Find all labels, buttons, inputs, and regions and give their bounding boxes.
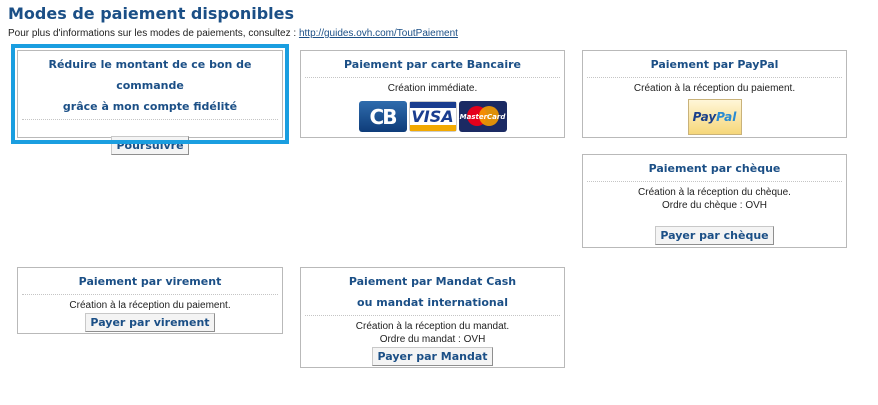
mandat-title-line1: Paiement par Mandat Cash <box>348 275 517 288</box>
mandat-desc-line1: Création à la réception du mandat. <box>355 321 510 332</box>
cheque-box: Paiement par chèque Création à la récept… <box>582 154 847 248</box>
cb-logo-icon[interactable]: CB <box>358 101 407 132</box>
payer-mandat-button[interactable]: Payer par Mandat <box>372 347 493 366</box>
mastercard-logo-icon[interactable]: MasterCard <box>458 101 507 132</box>
paypal-desc: Création à la réception du paiement. <box>633 83 796 94</box>
card-logos: CB VISA MasterCard <box>301 101 564 132</box>
guide-link[interactable]: http://guides.ovh.com/ToutPaiement <box>299 28 458 39</box>
separator <box>22 119 278 120</box>
fidelite-box: Réduire le montant de ce bon de commande… <box>11 44 289 155</box>
virement-box: Paiement par virement Création à la réce… <box>17 267 283 334</box>
carte-desc: Création immédiate. <box>387 83 478 94</box>
page-title: Modes de paiement disponibles <box>8 4 294 23</box>
poursuivre-button[interactable]: Poursuivre <box>111 136 189 155</box>
separator <box>587 77 842 78</box>
paypal-logo-icon[interactable]: Pay Pal <box>687 99 742 135</box>
info-line: Pour plus d'informations sur les modes d… <box>8 28 458 39</box>
payer-cheque-button[interactable]: Payer par chèque <box>655 226 774 245</box>
fidelite-title-line1: Réduire le montant de ce bon de commande <box>48 58 252 92</box>
fidelite-title-line2: grâce à mon compte fidélité <box>62 100 238 113</box>
paypal-title: Paiement par PayPal <box>650 58 779 71</box>
separator <box>22 294 278 295</box>
virement-title: Paiement par virement <box>78 275 222 288</box>
separator <box>305 77 560 78</box>
carte-box: Paiement par carte Bancaire Création imm… <box>300 50 565 138</box>
mandat-desc-line2: Ordre du mandat : OVH <box>379 334 486 345</box>
virement-desc: Création à la réception du paiement. <box>69 300 231 311</box>
info-text: Pour plus d'informations sur les modes d… <box>8 28 299 39</box>
separator <box>587 181 842 182</box>
cheque-desc-line2: Ordre du chèque : OVH <box>661 200 768 211</box>
visa-logo-icon[interactable]: VISA <box>408 101 457 132</box>
carte-title: Paiement par carte Bancaire <box>344 58 521 71</box>
mandat-box: Paiement par Mandat Cash ou mandat inter… <box>300 267 565 368</box>
cheque-desc-line1: Création à la réception du chèque. <box>638 187 791 198</box>
separator <box>305 315 560 316</box>
cheque-title: Paiement par chèque <box>648 162 781 175</box>
payer-virement-button[interactable]: Payer par virement <box>85 313 215 332</box>
paypal-box: Paiement par PayPal Création à la récept… <box>582 50 847 138</box>
mandat-title-line2: ou mandat international <box>357 296 508 309</box>
